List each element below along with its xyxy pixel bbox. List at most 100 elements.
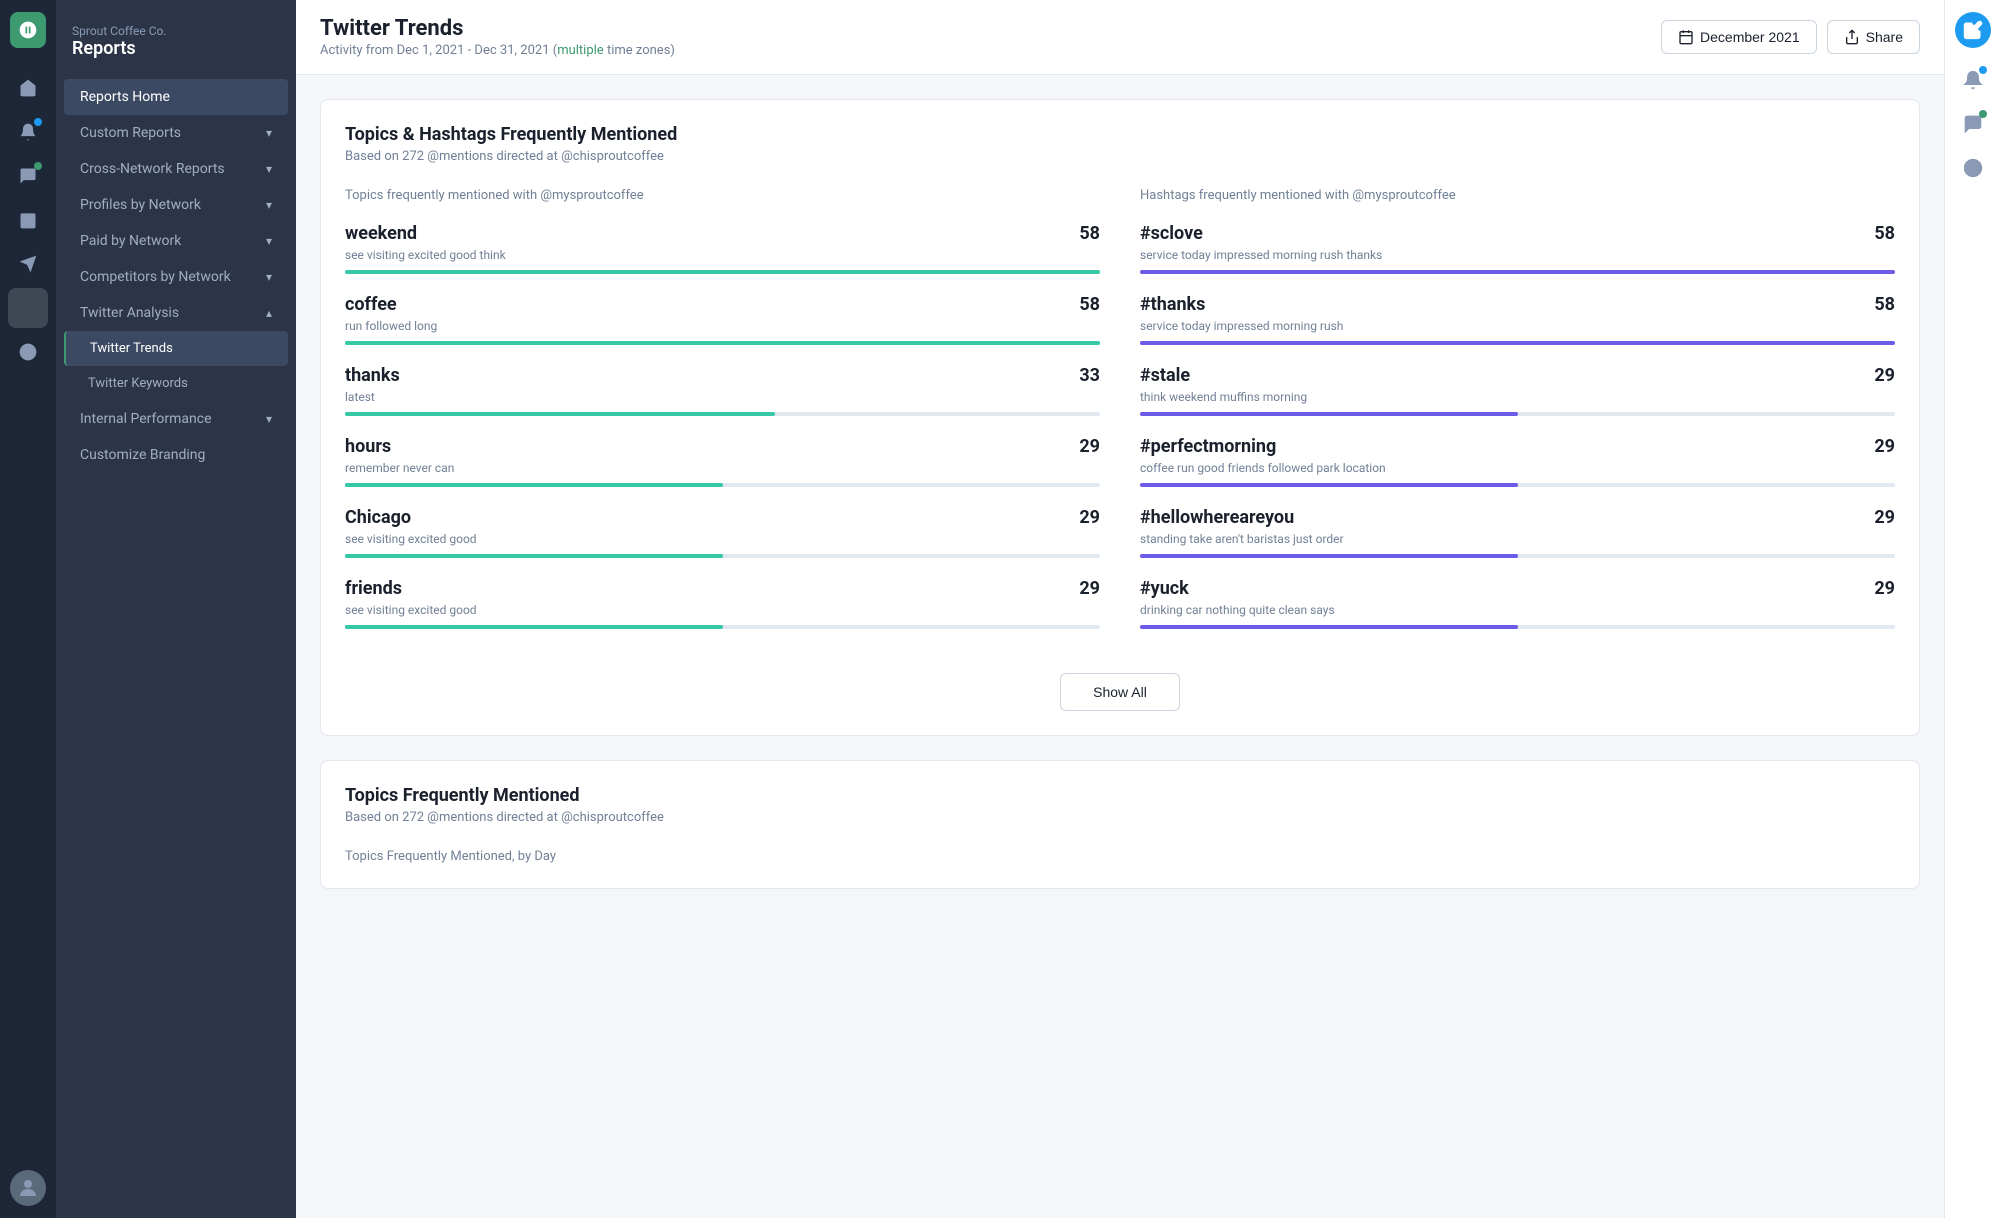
topic-tags: run followed long xyxy=(345,319,1100,333)
hashtag-count: 29 xyxy=(1874,507,1895,528)
hashtags-column: Hashtags frequently mentioned with @mysp… xyxy=(1140,188,1895,649)
topic-row: weekend 58 see visiting excited good thi… xyxy=(345,223,1100,274)
sidebar-item-competitors-by-network[interactable]: Competitors by Network ▾ xyxy=(64,259,288,295)
chevron-down-icon: ▾ xyxy=(266,162,272,176)
nav-icon-listen[interactable] xyxy=(8,332,48,372)
topic-bar-fill xyxy=(345,341,1100,345)
hashtag-count: 58 xyxy=(1874,294,1895,315)
topic-bar-track xyxy=(345,412,1100,416)
share-icon xyxy=(1844,29,1860,45)
topic-row: thanks 33 latest xyxy=(345,365,1100,416)
hashtag-tags: think weekend muffins morning xyxy=(1140,390,1895,404)
twitter-analysis-label: Twitter Analysis xyxy=(80,305,179,321)
nav-icon-publish[interactable] xyxy=(8,244,48,284)
sidebar-item-custom-reports[interactable]: Custom Reports ▾ xyxy=(64,115,288,151)
hashtag-tags: service today impressed morning rush xyxy=(1140,319,1895,333)
show-all-button[interactable]: Show All xyxy=(1060,673,1180,711)
hashtag-row: #perfectmorning 29 coffee run good frien… xyxy=(1140,436,1895,487)
nav-icon-reports[interactable] xyxy=(8,288,48,328)
main-area: Twitter Trends Activity from Dec 1, 2021… xyxy=(296,0,1944,1218)
topic-row: hours 29 remember never can xyxy=(345,436,1100,487)
nav-icon-home[interactable] xyxy=(8,68,48,108)
logo-icon[interactable] xyxy=(10,12,46,48)
topic-tags: see visiting excited good think xyxy=(345,248,1100,262)
right-edit-icon[interactable] xyxy=(1955,12,1991,48)
sidebar-item-twitter-analysis[interactable]: Twitter Analysis ▴ xyxy=(64,295,288,331)
hashtag-bar-fill xyxy=(1140,554,1518,558)
sidebar-item-twitter-keywords[interactable]: Twitter Keywords xyxy=(64,366,288,401)
sidebar-item-twitter-trends[interactable]: Twitter Trends xyxy=(64,331,288,366)
nav-icon-notifications[interactable] xyxy=(8,112,48,152)
hashtag-tags: coffee run good friends followed park lo… xyxy=(1140,461,1895,475)
right-chat-icon[interactable] xyxy=(1953,104,1993,144)
hashtag-row: #hellowhereareyou 29 standing take aren'… xyxy=(1140,507,1895,558)
page-header: Twitter Trends Activity from Dec 1, 2021… xyxy=(296,0,1944,75)
sidebar-item-cross-network[interactable]: Cross-Network Reports ▾ xyxy=(64,151,288,187)
topic-count: 58 xyxy=(1079,294,1100,315)
topic-name: thanks xyxy=(345,365,400,386)
internal-performance-label: Internal Performance xyxy=(80,411,212,427)
right-bell-icon[interactable] xyxy=(1953,60,1993,100)
hashtag-bar-track xyxy=(1140,483,1895,487)
topic-name: weekend xyxy=(345,223,417,244)
topic-name: Chicago xyxy=(345,507,411,528)
sidebar-item-customize-branding[interactable]: Customize Branding xyxy=(64,437,288,473)
card2-subtitle: Based on 272 @mentions directed at @chis… xyxy=(345,810,1895,825)
hashtag-tags: standing take aren't baristas just order xyxy=(1140,532,1895,546)
user-avatar[interactable] xyxy=(10,1170,46,1206)
date-picker-button[interactable]: December 2021 xyxy=(1661,20,1817,54)
right-help-icon[interactable] xyxy=(1953,148,1993,188)
hashtag-name: #sclove xyxy=(1140,223,1203,244)
customize-branding-label: Customize Branding xyxy=(80,447,205,463)
sidebar-item-internal-performance[interactable]: Internal Performance ▾ xyxy=(64,401,288,437)
header-right: December 2021 Share xyxy=(1661,20,1920,54)
sidebar-item-profiles-by-network[interactable]: Profiles by Network ▾ xyxy=(64,187,288,223)
topic-bar-track xyxy=(345,625,1100,629)
icon-rail xyxy=(0,0,56,1218)
page-title: Twitter Trends xyxy=(320,16,675,41)
product-name: Reports xyxy=(72,38,280,59)
topic-count: 29 xyxy=(1079,436,1100,457)
hashtag-name: #stale xyxy=(1140,365,1190,386)
chart-label: Topics Frequently Mentioned, by Day xyxy=(345,849,1895,864)
hashtag-bar-fill xyxy=(1140,341,1895,345)
chevron-up-icon: ▴ xyxy=(266,306,272,320)
timezone-link[interactable]: multiple xyxy=(557,43,604,58)
hashtag-name: #hellowhereareyou xyxy=(1140,507,1294,528)
hashtags-list: #sclove 58 service today impressed morni… xyxy=(1140,223,1895,629)
hashtag-count: 29 xyxy=(1874,365,1895,386)
hashtag-bar-fill xyxy=(1140,483,1518,487)
topic-count: 58 xyxy=(1079,223,1100,244)
topic-count: 29 xyxy=(1079,578,1100,599)
topics-col-header: Topics frequently mentioned with @myspro… xyxy=(345,188,1100,203)
topic-bar-track xyxy=(345,341,1100,345)
topic-tags: remember never can xyxy=(345,461,1100,475)
content-area: Topics & Hashtags Frequently Mentioned B… xyxy=(296,75,1944,1218)
sidebar-item-paid-by-network[interactable]: Paid by Network ▾ xyxy=(64,223,288,259)
topic-bar-fill xyxy=(345,554,723,558)
chevron-down-icon: ▾ xyxy=(266,126,272,140)
topic-row: coffee 58 run followed long xyxy=(345,294,1100,345)
topic-bar-fill xyxy=(345,412,775,416)
reports-home-label: Reports Home xyxy=(80,89,170,105)
hashtag-row: #yuck 29 drinking car nothing quite clea… xyxy=(1140,578,1895,629)
header-left: Twitter Trends Activity from Dec 1, 2021… xyxy=(320,16,675,58)
pencil-icon xyxy=(1963,20,1983,40)
nav-sidebar: Sprout Coffee Co. Reports Reports Home C… xyxy=(56,0,296,1218)
hashtag-bar-track xyxy=(1140,341,1895,345)
company-name: Sprout Coffee Co. xyxy=(72,24,280,38)
date-button-label: December 2021 xyxy=(1700,29,1800,45)
twitter-trends-label: Twitter Trends xyxy=(90,341,173,356)
nav-icon-messages[interactable] xyxy=(8,156,48,196)
calendar-icon xyxy=(1678,29,1694,45)
share-button[interactable]: Share xyxy=(1827,20,1920,54)
nav-icon-tasks[interactable] xyxy=(8,200,48,240)
topics-column: Topics frequently mentioned with @myspro… xyxy=(345,188,1100,649)
card2-title: Topics Frequently Mentioned xyxy=(345,785,1895,806)
topic-count: 33 xyxy=(1079,365,1100,386)
topic-bar-fill xyxy=(345,483,723,487)
topic-tags: latest xyxy=(345,390,1100,404)
topic-count: 29 xyxy=(1079,507,1100,528)
right-rail xyxy=(1944,0,2000,1218)
sidebar-item-reports-home[interactable]: Reports Home xyxy=(64,79,288,115)
